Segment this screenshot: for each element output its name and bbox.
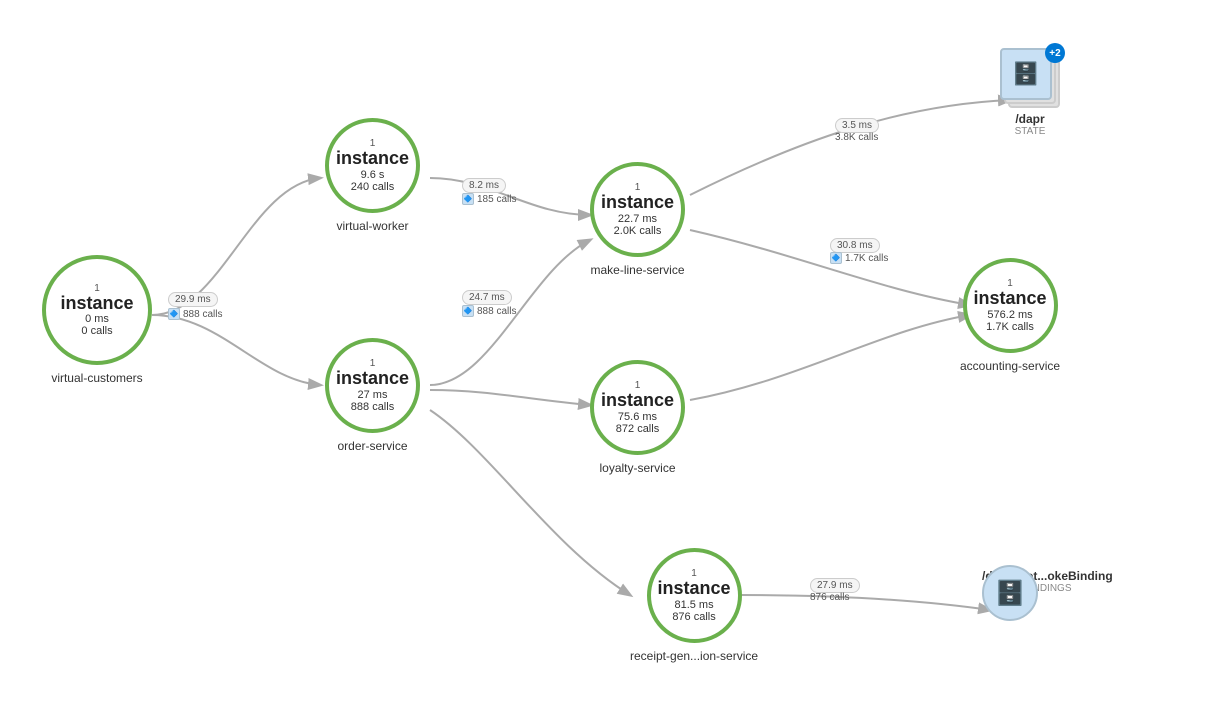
os-stat2: 888 calls — [351, 401, 394, 413]
node-make-line-service[interactable]: 1 instance 22.7 ms 2.0K calls make-line-… — [590, 162, 685, 277]
circle-accounting-service: 1 instance 576.2 ms 1.7K calls — [963, 258, 1058, 353]
http-icon3: 🔷 — [462, 305, 474, 317]
ls-label: loyalty-service — [599, 461, 675, 475]
circle-loyalty-service: 1 instance 75.6 ms 872 calls — [590, 360, 685, 455]
edge-vw-mls-sub: 🔷 185 calls — [462, 193, 516, 205]
circle-receipt-service: 1 instance 81.5 ms 876 calls — [647, 548, 742, 643]
rs-stat2: 876 calls — [672, 611, 715, 623]
rs-label: receipt-gen...ion-service — [630, 649, 758, 663]
edge-vc-vw-sub: 🔷 888 calls — [168, 308, 222, 320]
circle-order-service: 1 instance 27 ms 888 calls — [325, 338, 420, 433]
ls-stat1: 75.6 ms — [618, 411, 657, 423]
acc-stat2: 1.7K calls — [986, 321, 1034, 333]
edge-vc-vw-label: 29.9 ms — [168, 292, 218, 307]
dapr-state-sublabel: STATE — [1015, 126, 1046, 137]
edge-mls-dapr-label: 3.5 ms — [835, 118, 879, 133]
http-icon: 🔷 — [168, 308, 180, 320]
dapr-state-label: /dapr — [1015, 112, 1044, 126]
acc-stat1: 576.2 ms — [987, 309, 1032, 321]
os-stat1: 27 ms — [358, 389, 388, 401]
mls-stat2: 2.0K calls — [614, 225, 662, 237]
edge-mls-dapr-sub: 3.8K calls — [835, 132, 878, 143]
mls-label: make-line-service — [590, 263, 684, 277]
node-dapr-bindings[interactable]: 🗄️ /dapr.prot...okeBinding BINDINGS — [982, 565, 1113, 594]
node-virtual-worker[interactable]: 1 instance 9.6 s 240 calls virtual-worke… — [325, 118, 420, 233]
acc-label: accounting-service — [960, 359, 1060, 373]
vc-label: virtual-customers — [51, 371, 142, 385]
dapr-state-icon-wrap: 🗄️ +2 — [1000, 48, 1060, 108]
vw-stat1: 9.6 s — [361, 169, 385, 181]
node-dapr-state[interactable]: 🗄️ +2 /dapr STATE — [1000, 48, 1060, 137]
edge-vw-mls-label: 8.2 ms — [462, 178, 506, 193]
mls-stat1: 22.7 ms — [618, 213, 657, 225]
vc-instance: 1 — [94, 283, 100, 294]
dapr-state-icon: 🗄️ — [1000, 48, 1052, 100]
edge-rs-bind-sub: 876 calls — [810, 592, 849, 603]
http-icon4: 🔷 — [830, 252, 842, 264]
vw-label: virtual-worker — [336, 219, 408, 233]
diagram: 1 instance 0 ms 0 calls virtual-customer… — [0, 0, 1205, 713]
edge-mls-acc-label: 30.8 ms — [830, 238, 880, 253]
circle-virtual-customers: 1 instance 0 ms 0 calls — [42, 255, 152, 365]
ls-stat2: 872 calls — [616, 423, 659, 435]
node-loyalty-service[interactable]: 1 instance 75.6 ms 872 calls loyalty-ser… — [590, 360, 685, 475]
http-icon2: 🔷 — [462, 193, 474, 205]
dapr-bindings-icon: 🗄️ — [982, 565, 1038, 621]
edge-mls-acc-sub: 🔷 1.7K calls — [830, 252, 888, 264]
edge-rs-bind-label: 27.9 ms — [810, 578, 860, 593]
rs-stat1: 81.5 ms — [674, 599, 713, 611]
node-order-service[interactable]: 1 instance 27 ms 888 calls order-service — [325, 338, 420, 453]
vc-stat1: 0 ms — [85, 313, 109, 325]
circle-make-line-service: 1 instance 22.7 ms 2.0K calls — [590, 162, 685, 257]
os-label: order-service — [337, 439, 407, 453]
node-accounting-service[interactable]: 1 instance 576.2 ms 1.7K calls accountin… — [960, 258, 1060, 373]
edge-os-mls-sub: 🔷 888 calls — [462, 305, 516, 317]
vc-stat2: 0 calls — [81, 325, 112, 337]
circle-virtual-worker: 1 instance 9.6 s 240 calls — [325, 118, 420, 213]
vw-stat2: 240 calls — [351, 181, 394, 193]
node-virtual-customers[interactable]: 1 instance 0 ms 0 calls virtual-customer… — [42, 255, 152, 385]
dapr-state-badge: +2 — [1045, 43, 1065, 63]
node-receipt-service[interactable]: 1 instance 81.5 ms 876 calls receipt-gen… — [630, 548, 758, 663]
edge-os-mls-label: 24.7 ms — [462, 290, 512, 305]
